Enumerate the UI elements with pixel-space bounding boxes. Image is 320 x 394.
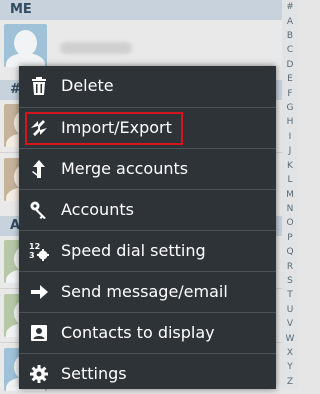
menu-item-label: Delete: [61, 76, 114, 95]
index-letter[interactable]: W: [282, 334, 298, 344]
index-letter[interactable]: Q: [282, 247, 298, 257]
index-letter[interactable]: Y: [282, 362, 298, 372]
alphabet-index-bar[interactable]: # A B C D E F G H I J K L M N O P Q R S T U V W X Y Z: [282, 0, 298, 389]
my-profile-name-blurred[interactable]: [60, 42, 132, 54]
index-letter[interactable]: A: [282, 17, 298, 27]
index-letter[interactable]: N: [282, 204, 298, 214]
merge-icon: [32, 160, 45, 178]
menu-item-label: Send message/email: [61, 282, 228, 301]
index-letter[interactable]: T: [282, 290, 298, 300]
index-letter[interactable]: K: [282, 161, 298, 171]
index-letter[interactable]: Z: [282, 377, 298, 387]
menu-item-accounts[interactable]: Accounts: [19, 189, 276, 229]
options-menu: Delete Import/Export Merge accounts Acco…: [19, 66, 276, 389]
index-letter[interactable]: M: [282, 190, 298, 200]
index-letter[interactable]: U: [282, 305, 298, 315]
index-letter[interactable]: L: [282, 175, 298, 185]
menu-item-label: Speed dial setting: [61, 241, 206, 260]
index-letter[interactable]: O: [282, 218, 298, 228]
index-letter[interactable]: X: [282, 348, 298, 358]
key-icon: [30, 201, 46, 219]
index-letter[interactable]: E: [282, 74, 298, 84]
menu-item-label: Contacts to display: [61, 323, 215, 342]
menu-item-contacts-to-display[interactable]: Contacts to display: [19, 312, 276, 352]
menu-item-speed-dial-setting[interactable]: 12 3 Speed dial setting: [19, 230, 276, 270]
menu-item-merge-accounts[interactable]: Merge accounts: [19, 148, 276, 188]
section-header-me: ME: [0, 0, 282, 20]
menu-item-send-message-email[interactable]: Send message/email: [19, 271, 276, 311]
index-letter[interactable]: P: [282, 233, 298, 243]
index-letter[interactable]: S: [282, 276, 298, 286]
index-letter[interactable]: R: [282, 262, 298, 272]
index-letter[interactable]: #: [282, 2, 298, 12]
contact-card-icon: [31, 325, 47, 341]
gear-icon: [30, 365, 48, 383]
svg-text:3: 3: [29, 251, 35, 260]
arrow-right-icon: [31, 285, 48, 299]
index-letter[interactable]: V: [282, 319, 298, 329]
highlight-box: [25, 112, 183, 145]
index-letter[interactable]: G: [282, 103, 298, 113]
menu-item-label: Accounts: [61, 200, 134, 219]
index-letter[interactable]: D: [282, 60, 298, 70]
my-profile-avatar[interactable]: [4, 24, 47, 67]
menu-item-label: Merge accounts: [61, 159, 189, 178]
menu-item-delete[interactable]: Delete: [19, 66, 276, 106]
menu-item-label: Settings: [61, 364, 127, 383]
index-letter[interactable]: H: [282, 117, 298, 127]
index-letter[interactable]: J: [282, 146, 298, 156]
speed-dial-icon: 12 3: [29, 242, 49, 261]
index-letter[interactable]: C: [282, 45, 298, 55]
index-letter[interactable]: I: [282, 132, 298, 142]
index-letter[interactable]: B: [282, 31, 298, 41]
svg-text:12: 12: [29, 242, 40, 251]
trash-icon: [32, 77, 46, 95]
menu-item-settings[interactable]: Settings: [19, 353, 276, 393]
index-letter[interactable]: F: [282, 89, 298, 99]
